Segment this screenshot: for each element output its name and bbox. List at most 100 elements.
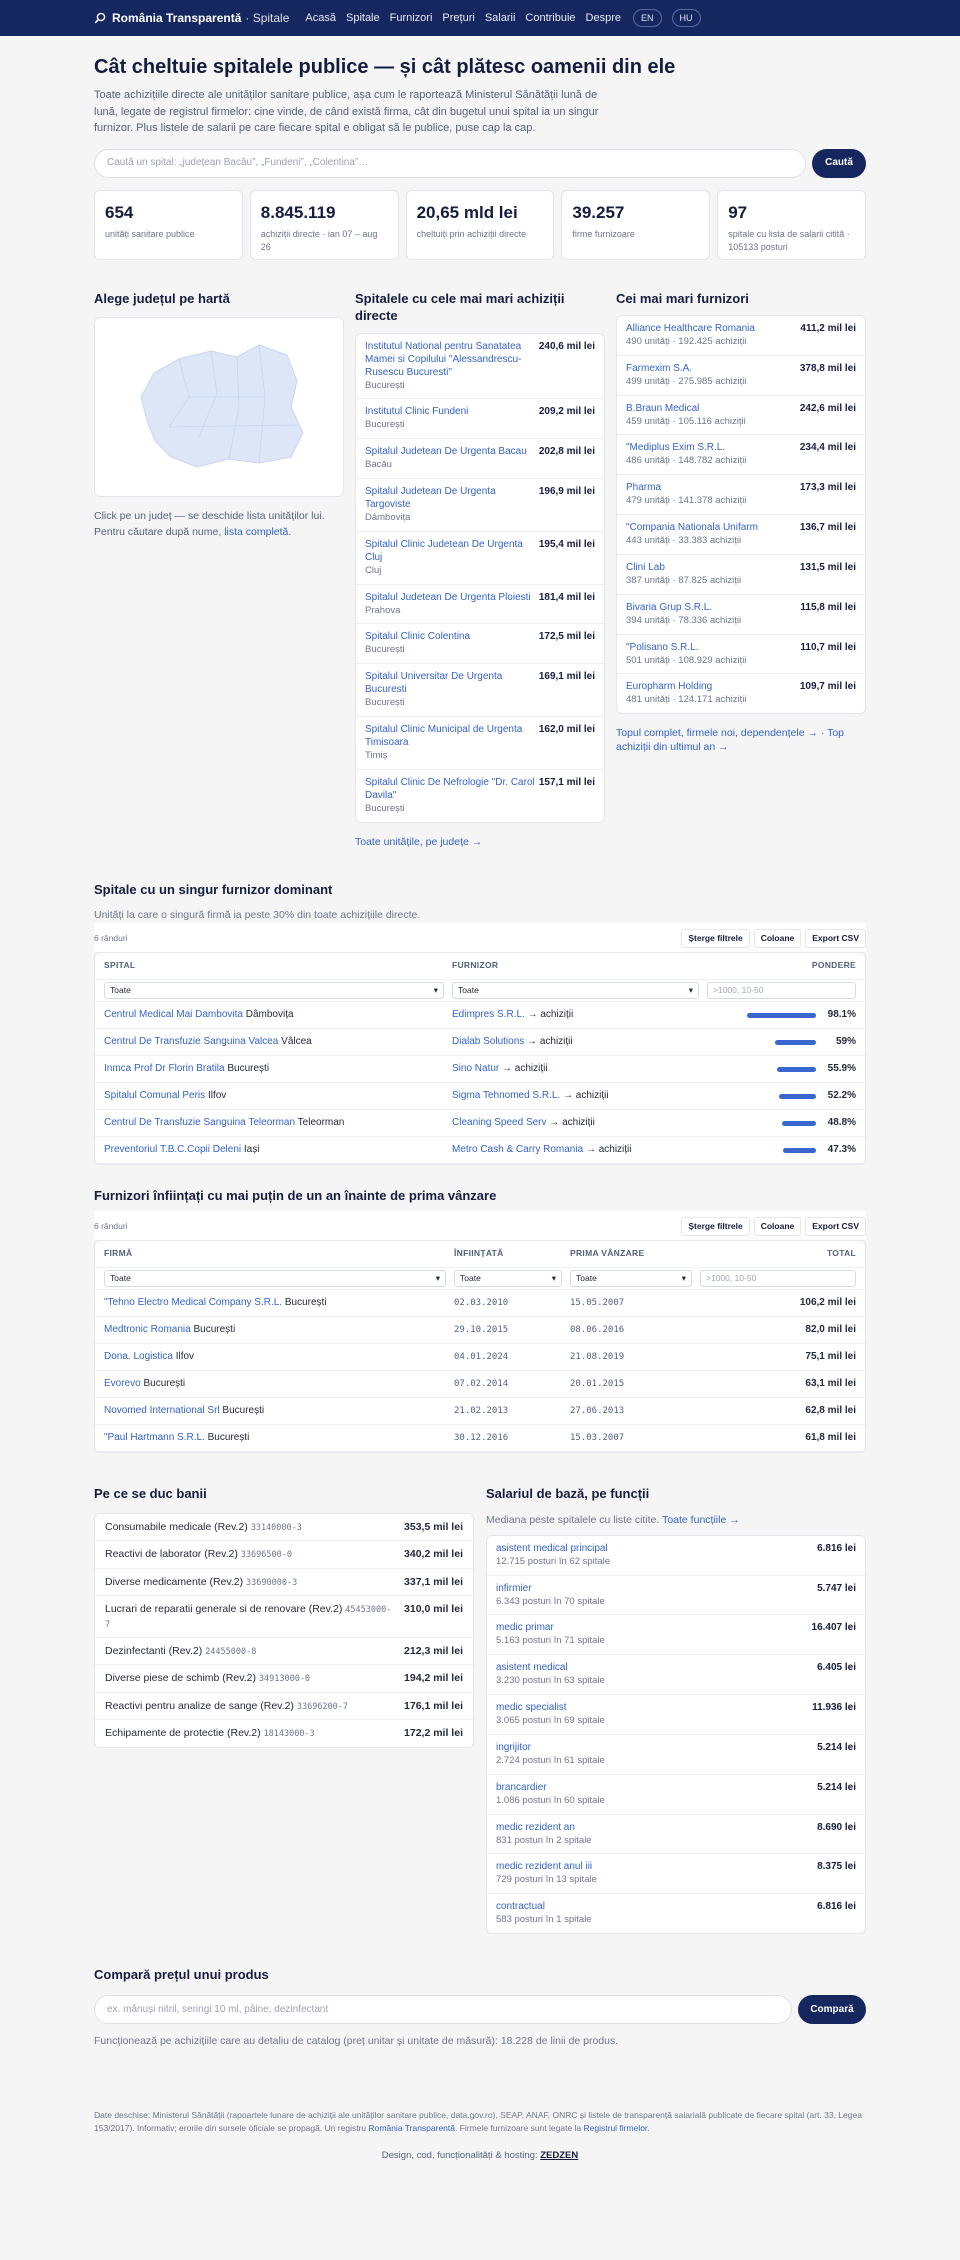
list-item[interactable]: medic rezident an 831 posturi în 2 spital…	[487, 1815, 865, 1855]
nav-link-despre[interactable]: Despre	[586, 11, 621, 26]
firm-link[interactable]: Novomed International Srl	[104, 1405, 220, 1416]
list-item[interactable]: contractual 583 posturi în 1 spitale 6.816…	[487, 1894, 865, 1933]
supplier-name-link[interactable]: "Compania Nationala Unifarm	[626, 521, 758, 534]
hospital-link[interactable]: Inmca Prof Dr Florin Bratila	[104, 1063, 225, 1074]
list-item[interactable]: Farmexim S.A. 499 unități · 275.985 achiz…	[617, 356, 865, 396]
hospital-name-link[interactable]: Spitalul Clinic De Nefrologie "Dr. Carol…	[365, 776, 535, 802]
list-item[interactable]: Dezinfectanti (Rev.2) 24455000-8 212,3 mi…	[95, 1638, 473, 1666]
hospital-name-link[interactable]: Spitalul Clinic Municipal de Urgenta Tim…	[365, 723, 535, 749]
list-item[interactable]: "Polisano S.R.L. 501 unități · 108.929 ac…	[617, 635, 865, 675]
list-item[interactable]: Reactivi pentru analize de sange (Rev.2)…	[95, 1693, 473, 1721]
all-functions-link[interactable]: Toate funcțiile →	[662, 1514, 740, 1526]
nav-link-salarii[interactable]: Salarii	[485, 11, 516, 26]
list-item[interactable]: Spitalul Clinic Judetean De Urgenta Cluj…	[356, 532, 604, 585]
list-item[interactable]: Institutul Clinic Fundeni București 209,2 …	[356, 399, 604, 440]
supplier-name-link[interactable]: "Mediplus Exim S.R.L.	[626, 441, 746, 454]
clear-filters-button[interactable]: Șterge filtrele	[681, 928, 750, 949]
export-csv-button[interactable]: Export CSV	[805, 1216, 866, 1237]
product-search-input[interactable]: ex. mănuși nitril, seringi 10 ml, pâine,…	[94, 1995, 792, 2025]
hospital-name-link[interactable]: Spitalul Judetean De Urgenta Ploiesti	[365, 591, 531, 604]
supplier-name-link[interactable]: Bivaria Grup S.R.L.	[626, 601, 741, 614]
supplier-name-link[interactable]: Europharm Holding	[626, 680, 746, 693]
hospital-name-link[interactable]: Spitalul Clinic Judetean De Urgenta Cluj	[365, 538, 535, 564]
list-item[interactable]: Echipamente de protectie (Rev.2) 1814300…	[95, 1720, 473, 1746]
achizitii-link[interactable]: → achiziții	[586, 1144, 632, 1155]
nav-link-spitale[interactable]: Spitale	[346, 11, 380, 26]
list-item[interactable]: Pharma 479 unități · 141.378 achiziții 173…	[617, 475, 865, 516]
list-item[interactable]: medic specialist 3.065 posturi în 69 spit…	[487, 1695, 865, 1735]
list-item[interactable]: Spitalul Universitar De Urgenta Bucurest…	[356, 664, 604, 718]
hospital-name-link[interactable]: Spitalul Clinic Colentina	[365, 630, 470, 643]
supplier-link[interactable]: Dialab Solutions	[452, 1036, 524, 1047]
list-item[interactable]: brancardier 1.086 posturi în 60 spitale 5.…	[487, 1775, 865, 1815]
supplier-link[interactable]: Edimpres S.R.L.	[452, 1009, 525, 1020]
list-item[interactable]: Spitalul Judetean De Urgenta Bacau Bacău 2…	[356, 439, 604, 480]
list-item[interactable]: Spitalul Judetean De Urgenta Targoviste D…	[356, 479, 604, 532]
compare-button[interactable]: Compară	[798, 1995, 866, 2025]
function-name-link[interactable]: asistent medical principal	[496, 1542, 610, 1555]
supplier-name-link[interactable]: Clini Lab	[626, 561, 741, 574]
firm-link[interactable]: "Tehno Electro Medical Company S.R.L.	[104, 1297, 282, 1308]
nav-link-contribuie[interactable]: Contribuie	[525, 11, 575, 26]
hospital-link[interactable]: Spitalul Comunal Peris	[104, 1090, 205, 1101]
columns-button[interactable]: Coloane	[753, 928, 802, 949]
achizitii-link[interactable]: → achiziții	[528, 1009, 574, 1020]
nav-link-preturi[interactable]: Prețuri	[442, 11, 474, 26]
achizitii-link[interactable]: → achiziții	[527, 1036, 573, 1047]
list-item[interactable]: Spitalul Clinic Colentina București 172,5 …	[356, 624, 604, 665]
list-item[interactable]: medic rezident anul iii 729 posturi în 13…	[487, 1854, 865, 1895]
list-item[interactable]: "Mediplus Exim S.R.L. 486 unități · 148.7…	[617, 435, 865, 476]
supplier-link[interactable]: Sino Natur	[452, 1063, 499, 1074]
zedzen-link[interactable]: ZEDZEN	[540, 2150, 578, 2161]
list-item[interactable]: Reactivi de laborator (Rev.2) 33696500-0…	[95, 1541, 473, 1569]
list-item[interactable]: Lucrari de reparatii generale si de reno…	[95, 1596, 473, 1638]
romania-map-icon[interactable]	[119, 337, 319, 477]
list-item[interactable]: asistent medical principal 12.715 posturi…	[487, 1536, 865, 1576]
filter-spital-select[interactable]: Toate ▾	[104, 982, 444, 1000]
col-header-firma[interactable]: FIRMĂ	[104, 1248, 454, 1259]
nav-link-furnizori[interactable]: Furnizori	[390, 11, 433, 26]
supplier-name-link[interactable]: B.Braun Medical	[626, 402, 746, 415]
list-item[interactable]: Diverse medicamente (Rev.2) 33690000-3 33…	[95, 1569, 473, 1597]
hospital-name-link[interactable]: Institutul National pentru Sanatatea Mam…	[365, 340, 535, 379]
nav-link-acasa[interactable]: Acasă	[305, 11, 336, 26]
list-item[interactable]: Consumabile medicale (Rev.2) 33140000-3 3…	[95, 1514, 473, 1542]
list-item[interactable]: Spitalul Judetean De Urgenta Ploiesti Pra…	[356, 585, 604, 625]
hospital-link[interactable]: Centrul Medical Mai Dambovita	[104, 1009, 243, 1020]
list-item[interactable]: medic primar 5.163 posturi în 71 spitale 1…	[487, 1615, 865, 1656]
col-header-pondere[interactable]: PONDERE	[707, 960, 856, 971]
list-item[interactable]: Institutul National pentru Sanatatea Mam…	[356, 334, 604, 400]
col-header-furnizor[interactable]: FURNIZOR	[452, 960, 707, 971]
supplier-name-link[interactable]: Farmexim S.A.	[626, 362, 746, 375]
supplier-name-link[interactable]: Pharma	[626, 481, 746, 494]
function-name-link[interactable]: medic specialist	[496, 1701, 605, 1714]
filter-total-input[interactable]: >1000, 10-50	[700, 1270, 856, 1288]
list-item[interactable]: "Compania Nationala Unifarm 443 unități ·…	[617, 515, 865, 555]
firm-link[interactable]: "Paul Hartmann S.R.L.	[104, 1432, 205, 1443]
firm-link[interactable]: Dona. Logistica	[104, 1351, 173, 1362]
lang-hu[interactable]: HU	[671, 8, 701, 28]
all-units-link[interactable]: Toate unitățile, pe județe →	[355, 835, 605, 849]
footer-link-romania-transparenta[interactable]: România Transparentă	[369, 2123, 455, 2133]
hospital-search-input[interactable]: Caută un spital: „județean Bacău”, „Fund…	[94, 148, 806, 178]
filter-prima-vanzare-select[interactable]: Toate ▾	[570, 1270, 692, 1288]
col-header-infiintata[interactable]: ÎNFIINȚATĂ	[454, 1248, 570, 1259]
list-item[interactable]: Clini Lab 387 unități · 87.825 achiziții 1…	[617, 555, 865, 595]
list-item[interactable]: infirmier 6.343 posturi în 70 spitale 5.74…	[487, 1576, 865, 1616]
suppliers-more-link[interactable]: Topul complet, firmele noi, dependențele…	[616, 726, 866, 754]
full-list-link[interactable]: lista completă	[224, 526, 288, 538]
col-header-spital[interactable]: SPITAL	[104, 960, 452, 971]
list-item[interactable]: Alliance Healthcare Romania 490 unități ·…	[617, 316, 865, 356]
brand[interactable]: România Transparentă · Spitale	[94, 10, 289, 26]
hospital-link[interactable]: Preventoriul T.B.C.Copii Deleni	[104, 1144, 241, 1155]
list-item[interactable]: asistent medical 3.230 posturi în 63 spit…	[487, 1655, 865, 1696]
lang-en[interactable]: EN	[633, 8, 662, 28]
search-button[interactable]: Caută	[812, 148, 866, 178]
hospital-name-link[interactable]: Spitalul Universitar De Urgenta Bucurest…	[365, 670, 535, 696]
supplier-name-link[interactable]: Alliance Healthcare Romania	[626, 322, 755, 335]
list-item[interactable]: Bivaria Grup S.R.L. 394 unități · 78.336 …	[617, 595, 865, 635]
list-item[interactable]: ingrijitor 2.724 posturi în 61 spitale 5.2…	[487, 1735, 865, 1775]
hospital-name-link[interactable]: Institutul Clinic Fundeni	[365, 405, 468, 418]
hospital-link[interactable]: Centrul De Transfuzie Sanguina Teleorman	[104, 1117, 295, 1128]
function-name-link[interactable]: infirmier	[496, 1582, 605, 1595]
